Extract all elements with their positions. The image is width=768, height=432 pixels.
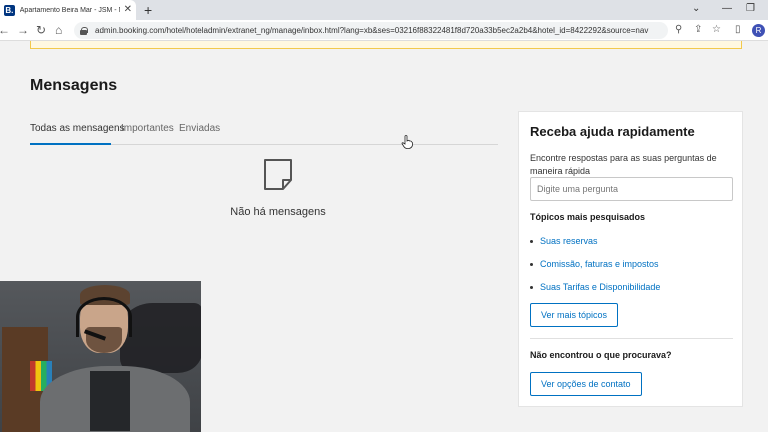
tab-sent[interactable]: Enviadas <box>179 123 220 134</box>
page-title: Mensagens <box>30 77 118 94</box>
webcam-overlay <box>0 281 201 432</box>
browser-tab[interactable]: B. Apartamento Beira Mar - JSM - M ✕ <box>0 0 136 20</box>
profile-avatar[interactable]: R <box>752 24 765 37</box>
back-icon[interactable]: ← <box>0 23 10 37</box>
new-tab-icon[interactable]: + <box>144 2 152 18</box>
active-tab-indicator <box>30 143 111 145</box>
address-bar[interactable]: admin.booking.com/hotel/hoteladmin/extra… <box>74 22 668 39</box>
contact-options-button[interactable]: Ver opções de contato <box>530 372 642 396</box>
empty-state-text: Não há mensagens <box>230 206 326 218</box>
topic-link-rates[interactable]: Suas Tarifas e Disponibilidade <box>530 282 660 292</box>
help-description: Encontre respostas para as suas pergunta… <box>530 153 717 176</box>
booking-favicon-icon: B. <box>4 4 15 16</box>
browser-toolbar: ← → ↻ ⌂ admin.booking.com/hotel/hoteladm… <box>0 20 768 41</box>
forward-icon[interactable]: → <box>17 23 29 37</box>
url-text: admin.booking.com/hotel/hoteladmin/extra… <box>95 26 649 35</box>
reload-icon[interactable]: ↻ <box>36 23 46 37</box>
webcam-wall-map <box>120 303 201 373</box>
topic-label: Comissão, faturas e impostos <box>540 259 659 269</box>
share-icon[interactable]: ⇪ <box>694 24 702 35</box>
chevron-down-icon[interactable]: ⌄ <box>692 3 700 14</box>
topic-label: Suas reservas <box>540 236 598 246</box>
restore-icon[interactable]: ❐ <box>746 3 755 14</box>
tab-close-icon[interactable]: ✕ <box>124 5 132 15</box>
minimize-icon[interactable]: — <box>722 3 732 14</box>
sidepanel-icon[interactable]: ▯ <box>735 24 741 35</box>
topic-link-reservations[interactable]: Suas reservas <box>530 236 598 246</box>
help-divider <box>530 338 733 339</box>
bullet-icon <box>530 239 533 243</box>
message-tabs: Todas as mensagens Importantes Enviadas <box>30 120 498 145</box>
home-icon[interactable]: ⌂ <box>55 23 62 37</box>
hand-cursor-icon <box>401 135 413 149</box>
empty-state: Não há mensagens <box>216 158 340 218</box>
help-title: Receba ajuda rapidamente <box>530 124 695 139</box>
lock-icon <box>80 26 88 35</box>
not-found-heading: Não encontrou o que procurava? <box>530 350 672 360</box>
bookmark-star-icon[interactable]: ☆ <box>712 24 721 35</box>
tab-all-messages[interactable]: Todas as mensagens <box>30 123 125 134</box>
browser-tabbar: B. Apartamento Beira Mar - JSM - M ✕ + ⌄… <box>0 0 768 20</box>
bullet-icon <box>530 262 533 266</box>
topic-label: Suas Tarifas e Disponibilidade <box>540 282 661 292</box>
help-panel: Receba ajuda rapidamente Encontre respos… <box>518 111 743 407</box>
note-icon <box>264 159 292 190</box>
topic-link-commission[interactable]: Comissão, faturas e impostos <box>530 259 659 269</box>
help-search-input[interactable] <box>530 177 733 201</box>
webcam-person-shirt <box>90 371 130 431</box>
zoom-icon[interactable]: ⚲ <box>675 24 682 35</box>
tab-title: Apartamento Beira Mar - JSM - M <box>19 6 120 14</box>
tab-important[interactable]: Importantes <box>121 123 174 134</box>
bullet-icon <box>530 285 533 289</box>
topics-heading: Tópicos mais pesquisados <box>530 212 646 222</box>
notice-banner <box>30 41 742 49</box>
more-topics-button[interactable]: Ver mais tópicos <box>530 303 619 327</box>
